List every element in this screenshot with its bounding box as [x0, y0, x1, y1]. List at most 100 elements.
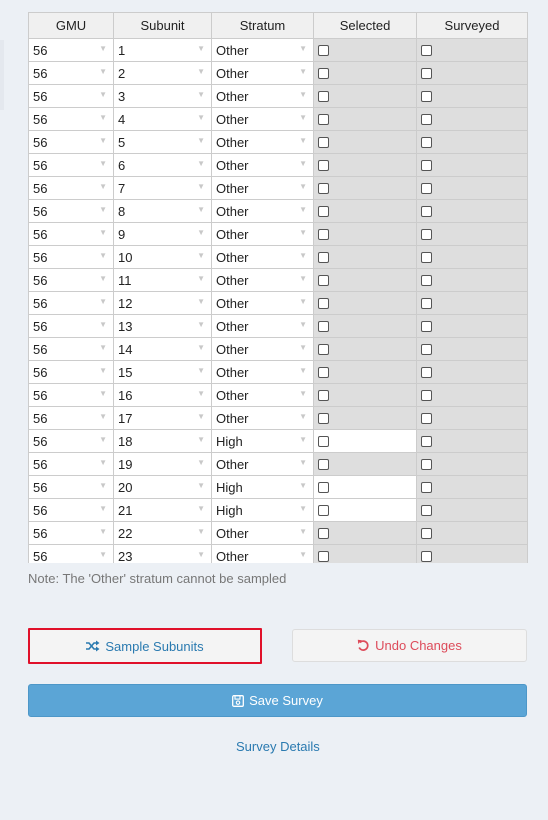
stratum-cell[interactable]: Other ▼	[211, 360, 314, 384]
stratum-cell[interactable]: High ▼	[211, 475, 314, 499]
selected-checkbox[interactable]	[318, 275, 329, 286]
subunit-cell[interactable]: 20 ▼	[113, 475, 212, 499]
selected-checkbox[interactable]	[318, 459, 329, 470]
surveyed-checkbox[interactable]	[421, 160, 432, 171]
subunit-cell[interactable]: 19 ▼	[113, 452, 212, 476]
selected-checkbox[interactable]	[318, 505, 329, 516]
gmu-cell[interactable]: 56 ▼	[28, 107, 114, 131]
surveyed-checkbox[interactable]	[421, 183, 432, 194]
subunit-cell[interactable]: 6 ▼	[113, 153, 212, 177]
surveyed-checkbox[interactable]	[421, 528, 432, 539]
gmu-cell[interactable]: 56 ▼	[28, 337, 114, 361]
surveyed-checkbox[interactable]	[421, 459, 432, 470]
subunit-cell[interactable]: 2 ▼	[113, 61, 212, 85]
column-header-selected[interactable]: Selected	[313, 12, 417, 39]
gmu-cell[interactable]: 56 ▼	[28, 222, 114, 246]
selected-checkbox[interactable]	[318, 321, 329, 332]
stratum-cell[interactable]: Other ▼	[211, 406, 314, 430]
surveyed-checkbox[interactable]	[421, 413, 432, 424]
selected-checkbox[interactable]	[318, 160, 329, 171]
subunit-cell[interactable]: 21 ▼	[113, 498, 212, 522]
stratum-cell[interactable]: Other ▼	[211, 314, 314, 338]
gmu-cell[interactable]: 56 ▼	[28, 521, 114, 545]
surveyed-checkbox[interactable]	[421, 551, 432, 562]
surveyed-checkbox[interactable]	[421, 298, 432, 309]
stratum-cell[interactable]: Other ▼	[211, 544, 314, 563]
surveyed-checkbox[interactable]	[421, 45, 432, 56]
stratum-cell[interactable]: Other ▼	[211, 291, 314, 315]
stratum-cell[interactable]: Other ▼	[211, 199, 314, 223]
gmu-cell[interactable]: 56 ▼	[28, 38, 114, 62]
surveyed-checkbox[interactable]	[421, 206, 432, 217]
selected-checkbox[interactable]	[318, 114, 329, 125]
gmu-cell[interactable]: 56 ▼	[28, 199, 114, 223]
selected-checkbox[interactable]	[318, 229, 329, 240]
surveyed-checkbox[interactable]	[421, 252, 432, 263]
stratum-cell[interactable]: Other ▼	[211, 222, 314, 246]
selected-checkbox[interactable]	[318, 45, 329, 56]
subunit-cell[interactable]: 7 ▼	[113, 176, 212, 200]
gmu-cell[interactable]: 56 ▼	[28, 498, 114, 522]
surveyed-checkbox[interactable]	[421, 275, 432, 286]
surveyed-checkbox[interactable]	[421, 137, 432, 148]
stratum-cell[interactable]: Other ▼	[211, 176, 314, 200]
stratum-cell[interactable]: Other ▼	[211, 61, 314, 85]
surveyed-checkbox[interactable]	[421, 436, 432, 447]
sample-subunits-button[interactable]: Sample Subunits	[28, 628, 262, 664]
stratum-cell[interactable]: Other ▼	[211, 130, 314, 154]
surveyed-checkbox[interactable]	[421, 482, 432, 493]
subunit-cell[interactable]: 16 ▼	[113, 383, 212, 407]
selected-checkbox[interactable]	[318, 551, 329, 562]
selected-checkbox[interactable]	[318, 528, 329, 539]
gmu-cell[interactable]: 56 ▼	[28, 130, 114, 154]
subunit-grid[interactable]: GMU Subunit Stratum Selected Surveyed 56…	[28, 12, 528, 563]
subunit-cell[interactable]: 4 ▼	[113, 107, 212, 131]
selected-checkbox[interactable]	[318, 413, 329, 424]
subunit-cell[interactable]: 22 ▼	[113, 521, 212, 545]
survey-details-link[interactable]: Survey Details	[236, 739, 320, 754]
column-header-surveyed[interactable]: Surveyed	[416, 12, 527, 39]
subunit-cell[interactable]: 1 ▼	[113, 38, 212, 62]
selected-checkbox[interactable]	[318, 367, 329, 378]
surveyed-checkbox[interactable]	[421, 321, 432, 332]
stratum-cell[interactable]: Other ▼	[211, 153, 314, 177]
stratum-cell[interactable]: Other ▼	[211, 452, 314, 476]
gmu-cell[interactable]: 56 ▼	[28, 314, 114, 338]
selected-checkbox[interactable]	[318, 91, 329, 102]
selected-checkbox[interactable]	[318, 183, 329, 194]
gmu-cell[interactable]: 56 ▼	[28, 84, 114, 108]
subunit-cell[interactable]: 5 ▼	[113, 130, 212, 154]
subunit-cell[interactable]: 3 ▼	[113, 84, 212, 108]
stratum-cell[interactable]: Other ▼	[211, 107, 314, 131]
surveyed-checkbox[interactable]	[421, 390, 432, 401]
gmu-cell[interactable]: 56 ▼	[28, 475, 114, 499]
stratum-cell[interactable]: Other ▼	[211, 38, 314, 62]
gmu-cell[interactable]: 56 ▼	[28, 406, 114, 430]
gmu-cell[interactable]: 56 ▼	[28, 61, 114, 85]
gmu-cell[interactable]: 56 ▼	[28, 268, 114, 292]
selected-checkbox[interactable]	[318, 252, 329, 263]
surveyed-checkbox[interactable]	[421, 344, 432, 355]
column-header-stratum[interactable]: Stratum	[211, 12, 314, 39]
subunit-cell[interactable]: 9 ▼	[113, 222, 212, 246]
selected-checkbox[interactable]	[318, 68, 329, 79]
stratum-cell[interactable]: High ▼	[211, 498, 314, 522]
surveyed-checkbox[interactable]	[421, 367, 432, 378]
selected-checkbox[interactable]	[318, 482, 329, 493]
gmu-cell[interactable]: 56 ▼	[28, 360, 114, 384]
surveyed-checkbox[interactable]	[421, 91, 432, 102]
surveyed-checkbox[interactable]	[421, 114, 432, 125]
gmu-cell[interactable]: 56 ▼	[28, 544, 114, 563]
column-header-gmu[interactable]: GMU	[28, 12, 114, 39]
gmu-cell[interactable]: 56 ▼	[28, 245, 114, 269]
gmu-cell[interactable]: 56 ▼	[28, 452, 114, 476]
selected-checkbox[interactable]	[318, 137, 329, 148]
gmu-cell[interactable]: 56 ▼	[28, 429, 114, 453]
stratum-cell[interactable]: Other ▼	[211, 383, 314, 407]
selected-checkbox[interactable]	[318, 436, 329, 447]
stratum-cell[interactable]: Other ▼	[211, 84, 314, 108]
subunit-cell[interactable]: 12 ▼	[113, 291, 212, 315]
subunit-cell[interactable]: 18 ▼	[113, 429, 212, 453]
subunit-cell[interactable]: 13 ▼	[113, 314, 212, 338]
surveyed-checkbox[interactable]	[421, 229, 432, 240]
